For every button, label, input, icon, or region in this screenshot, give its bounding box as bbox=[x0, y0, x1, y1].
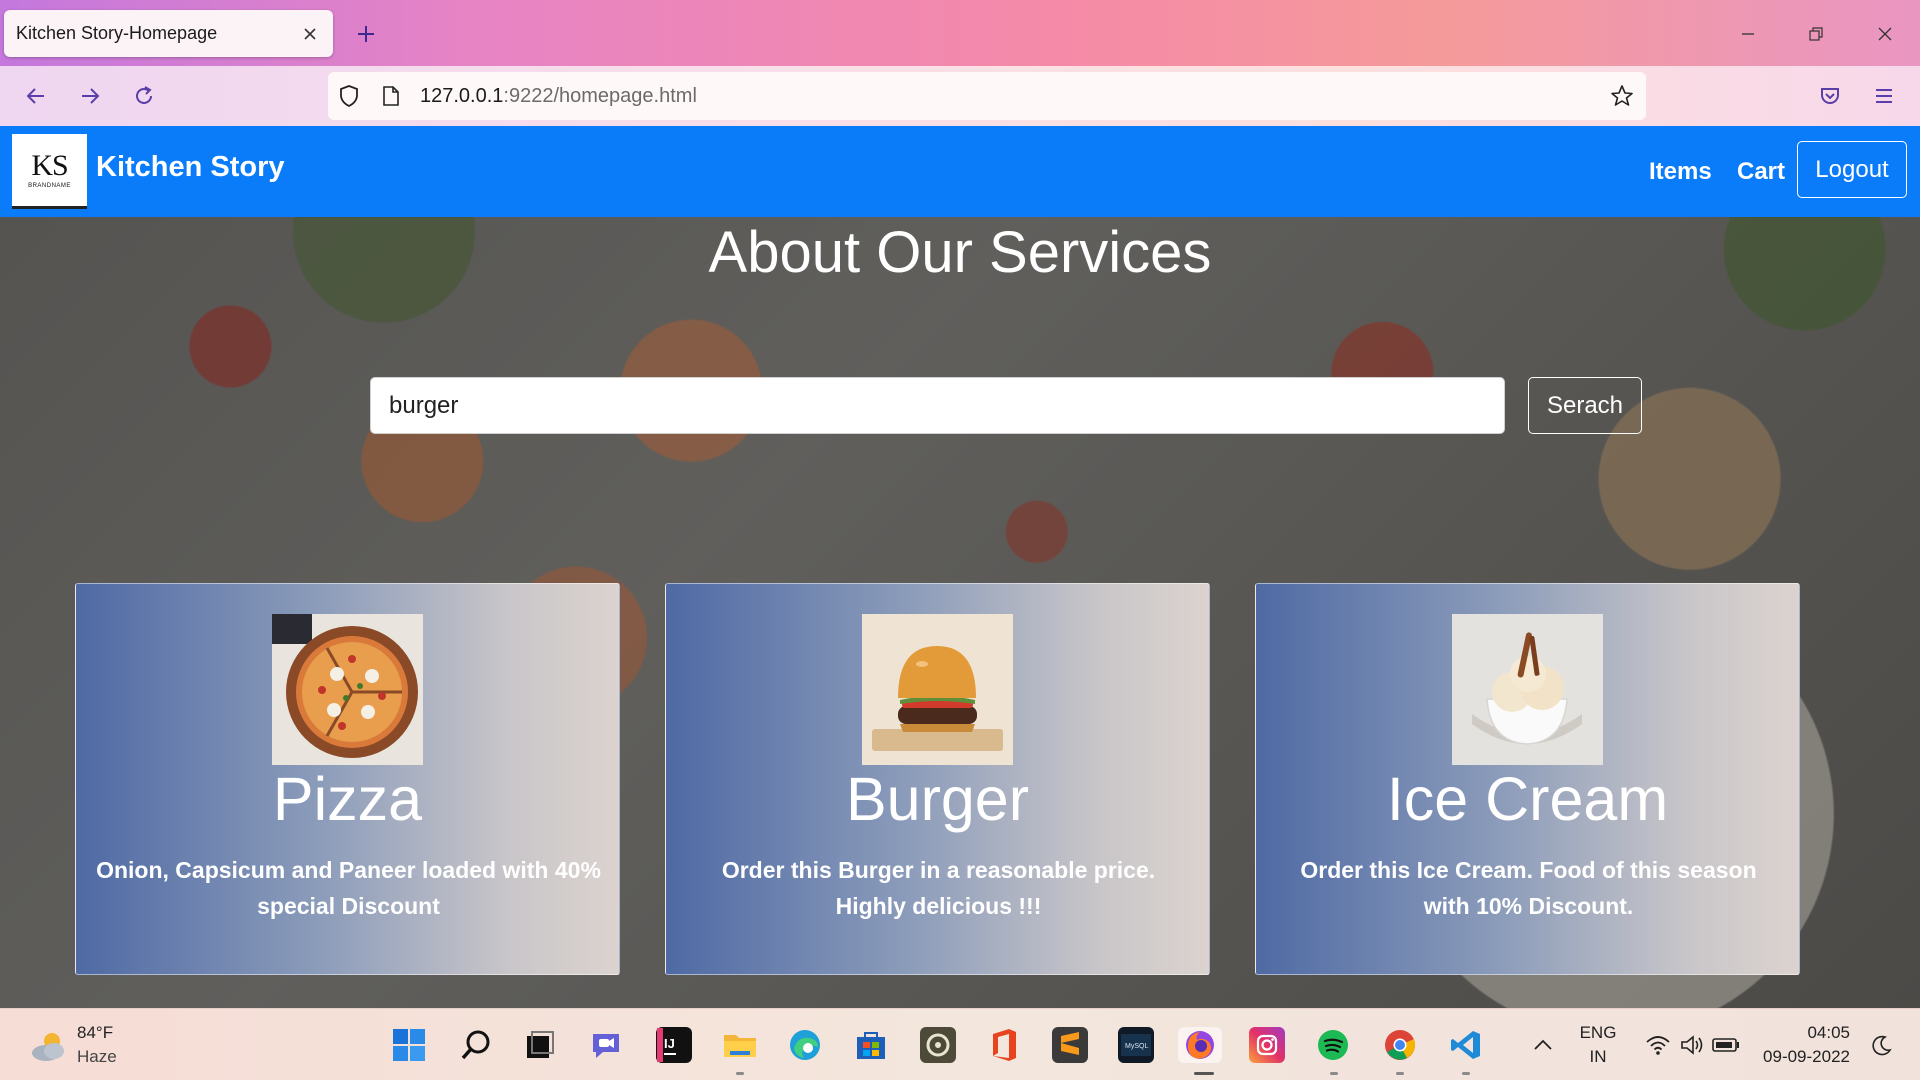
reload-icon[interactable] bbox=[128, 80, 160, 112]
burger-image bbox=[862, 614, 1013, 765]
url-path: :9222/homepage.html bbox=[503, 84, 697, 107]
card-description: Order this Burger in a reasonable price.… bbox=[721, 857, 1156, 919]
running-indicator bbox=[1330, 1072, 1338, 1075]
page-content: About Our Services burger Serach Pizza O… bbox=[0, 217, 1920, 1008]
search-button[interactable]: Serach bbox=[1528, 377, 1642, 434]
close-window-icon[interactable] bbox=[1869, 18, 1901, 50]
url-text[interactable]: 127.0.0.1:9222/homepage.html bbox=[420, 85, 697, 108]
language-region[interactable]: IN bbox=[1578, 1047, 1618, 1067]
browser-tab[interactable]: Kitchen Story-Homepage bbox=[4, 10, 333, 57]
chat-icon[interactable] bbox=[588, 1027, 624, 1063]
svg-text:IJ: IJ bbox=[664, 1036, 675, 1051]
logo-subtext: BRANDNAME bbox=[28, 183, 71, 189]
start-icon[interactable] bbox=[391, 1027, 427, 1063]
search-input[interactable]: burger bbox=[370, 377, 1505, 434]
instagram-icon[interactable] bbox=[1249, 1027, 1285, 1063]
weather-desc: Haze bbox=[77, 1047, 117, 1066]
sublime-icon[interactable] bbox=[1052, 1027, 1088, 1063]
store-icon[interactable] bbox=[853, 1027, 889, 1063]
product-card-ice-cream[interactable]: Ice Cream Order this Ice Cream. Food of … bbox=[1255, 583, 1800, 975]
bookmark-star-icon[interactable] bbox=[1610, 84, 1634, 113]
minimize-icon[interactable] bbox=[1732, 18, 1764, 50]
pocket-icon[interactable] bbox=[1814, 80, 1846, 112]
chrome-icon[interactable] bbox=[1382, 1027, 1418, 1063]
mysql-icon[interactable]: MySQL bbox=[1118, 1027, 1154, 1063]
running-indicator bbox=[1396, 1072, 1404, 1075]
url-host: 127.0.0.1 bbox=[420, 84, 504, 107]
brand-name[interactable]: Kitchen Story bbox=[96, 151, 285, 184]
restore-icon[interactable] bbox=[1800, 18, 1832, 50]
clock-date[interactable]: 09-09-2022 bbox=[1760, 1047, 1850, 1067]
card-title: Pizza bbox=[272, 765, 423, 833]
page-icon bbox=[382, 85, 400, 112]
browser-titlebar: Kitchen Story-Homepage bbox=[0, 0, 1920, 66]
edge-icon[interactable] bbox=[787, 1027, 823, 1063]
address-bar[interactable]: 127.0.0.1:9222/homepage.html bbox=[328, 72, 1646, 120]
intellij-icon[interactable]: IJ bbox=[656, 1027, 692, 1063]
web-page: KS BRANDNAME Kitchen Story Items Cart Lo… bbox=[0, 126, 1920, 1008]
forward-icon[interactable] bbox=[74, 80, 106, 112]
card-title: Ice Cream bbox=[1386, 765, 1669, 833]
logout-button[interactable]: Logout bbox=[1797, 141, 1907, 198]
card-description: Onion, Capsicum and Paneer loaded with 4… bbox=[96, 857, 601, 919]
chevron-up-icon[interactable] bbox=[1525, 1027, 1561, 1063]
battery-icon[interactable] bbox=[1708, 1027, 1744, 1063]
wifi-icon[interactable] bbox=[1640, 1027, 1676, 1063]
task-view-icon[interactable] bbox=[522, 1027, 558, 1063]
page-title: About Our Services bbox=[708, 220, 1212, 285]
product-card-pizza[interactable]: Pizza Onion, Capsicum and Paneer loaded … bbox=[75, 583, 620, 975]
pizza-image bbox=[272, 614, 423, 765]
card-description: Order this Ice Cream. Food of this seaso… bbox=[1300, 857, 1757, 919]
nav-cart-link[interactable]: Cart bbox=[1737, 158, 1785, 186]
weather-icon[interactable] bbox=[28, 1029, 68, 1063]
browser-toolbar: 127.0.0.1:9222/homepage.html bbox=[0, 66, 1920, 126]
tab-close-icon[interactable] bbox=[299, 23, 321, 45]
logo-text: KS bbox=[31, 149, 68, 182]
card-title: Burger bbox=[845, 765, 1030, 833]
spotify-icon[interactable] bbox=[1315, 1027, 1351, 1063]
tab-title: Kitchen Story-Homepage bbox=[16, 23, 218, 43]
site-logo[interactable]: KS BRANDNAME bbox=[12, 134, 87, 209]
volume-icon[interactable] bbox=[1674, 1027, 1710, 1063]
ice-cream-image bbox=[1452, 614, 1603, 765]
focus-moon-icon[interactable] bbox=[1864, 1027, 1900, 1063]
file-explorer-icon[interactable] bbox=[722, 1027, 758, 1063]
back-icon[interactable] bbox=[20, 80, 52, 112]
office-icon[interactable] bbox=[986, 1027, 1022, 1063]
firefox-icon[interactable] bbox=[1178, 1027, 1222, 1063]
shield-icon[interactable] bbox=[338, 84, 360, 113]
search-icon[interactable] bbox=[458, 1027, 494, 1063]
product-card-burger[interactable]: Burger Order this Burger in a reasonable… bbox=[665, 583, 1210, 975]
app-icon[interactable] bbox=[920, 1027, 956, 1063]
new-tab-icon[interactable] bbox=[352, 20, 380, 48]
clock-time[interactable]: 04:05 bbox=[1760, 1023, 1850, 1043]
nav-items-link[interactable]: Items bbox=[1649, 158, 1712, 186]
menu-icon[interactable] bbox=[1868, 80, 1900, 112]
site-navbar: KS BRANDNAME Kitchen Story Items Cart Lo… bbox=[0, 126, 1920, 217]
active-indicator bbox=[1194, 1072, 1214, 1075]
vscode-icon[interactable] bbox=[1448, 1027, 1484, 1063]
svg-text:MySQL: MySQL bbox=[1125, 1043, 1148, 1050]
language-code[interactable]: ENG bbox=[1578, 1023, 1618, 1043]
running-indicator bbox=[1462, 1072, 1470, 1075]
taskbar: 84°F Haze IJ MySQL ENG IN 04:05 09-09-20… bbox=[0, 1008, 1920, 1080]
weather-temp: 84°F bbox=[77, 1023, 114, 1042]
running-indicator bbox=[736, 1072, 744, 1075]
